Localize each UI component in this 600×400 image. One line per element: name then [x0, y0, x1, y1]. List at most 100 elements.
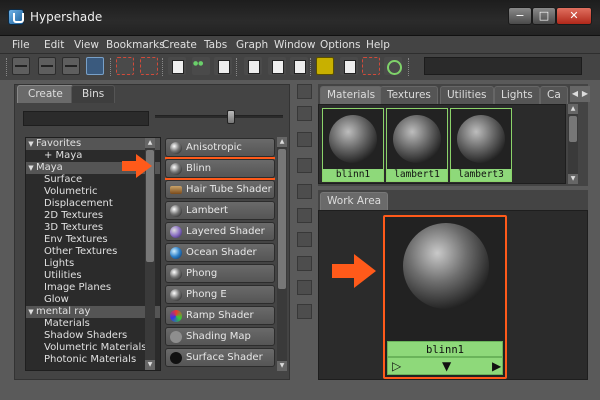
- tab-cameras[interactable]: Ca: [540, 86, 568, 104]
- scroll-thumb[interactable]: [569, 116, 577, 142]
- tree-item[interactable]: Other Textures: [26, 246, 160, 258]
- menu-edit[interactable]: Edit: [44, 39, 64, 51]
- tab-work-area[interactable]: Work Area: [320, 192, 389, 210]
- menu-graph[interactable]: Graph: [236, 39, 268, 51]
- tree-item[interactable]: Lights: [26, 258, 160, 270]
- graph-network-icon[interactable]: [192, 57, 210, 75]
- materials-scrollbar[interactable]: ▲ ▼: [568, 104, 578, 184]
- shader-button-shading-map[interactable]: Shading Map: [165, 327, 275, 346]
- shader-button-phong[interactable]: Phong: [165, 264, 275, 283]
- expand-node-icon[interactable]: ▼: [442, 359, 451, 373]
- tab-utilities[interactable]: Utilities: [440, 86, 494, 104]
- tool-icon[interactable]: [297, 208, 312, 223]
- menu-help[interactable]: Help: [366, 39, 390, 51]
- rearrange-graph-icon[interactable]: [214, 57, 232, 75]
- tool-icon[interactable]: [297, 158, 312, 173]
- tab-create[interactable]: Create: [17, 85, 74, 103]
- layout-single-icon[interactable]: [86, 57, 104, 75]
- tree-item[interactable]: Displacement: [26, 198, 160, 210]
- menu-bookmarks[interactable]: Bookmarks: [106, 39, 165, 51]
- render-view-icon[interactable]: [316, 57, 334, 75]
- tree-item[interactable]: Env Textures: [26, 234, 160, 246]
- scroll-up-icon[interactable]: ▲: [145, 138, 155, 148]
- tree-category[interactable]: ▼ mental ray: [26, 306, 160, 318]
- menu-options[interactable]: Options: [320, 39, 361, 51]
- input-connections-icon[interactable]: [116, 57, 134, 75]
- menu-window[interactable]: Window: [274, 39, 315, 51]
- tab-scroll-left-icon[interactable]: ◀: [570, 86, 580, 102]
- tool-icon[interactable]: [297, 304, 312, 319]
- tree-item[interactable]: Image Planes: [26, 282, 160, 294]
- scroll-down-icon[interactable]: ▼: [145, 360, 155, 370]
- next-graph-icon[interactable]: [268, 57, 286, 75]
- ipr-render-icon[interactable]: [384, 57, 402, 75]
- input-port-icon[interactable]: ▷: [392, 359, 401, 373]
- slider-handle[interactable]: [227, 110, 235, 124]
- render-region-icon[interactable]: [362, 57, 380, 75]
- tool-icon[interactable]: [297, 132, 312, 147]
- toolbar-search-field[interactable]: [424, 57, 582, 75]
- frame-selected-icon[interactable]: [290, 57, 308, 75]
- shader-button-lambert[interactable]: Lambert: [165, 201, 275, 220]
- shader-button-ocean-shader[interactable]: Ocean Shader: [165, 243, 275, 262]
- tab-lights[interactable]: Lights: [494, 86, 540, 104]
- tool-icon[interactable]: [297, 256, 312, 271]
- tab-bins[interactable]: Bins: [71, 85, 116, 103]
- blinn1-shader-node[interactable]: blinn1 ▷ ▼ ▶: [383, 215, 507, 379]
- expand-arrow-icon[interactable]: ▼: [26, 162, 36, 174]
- work-area-canvas[interactable]: blinn1 ▷ ▼ ▶: [318, 210, 588, 380]
- tree-item[interactable]: Shadow Shaders: [26, 330, 160, 342]
- minimize-button[interactable]: −: [508, 7, 532, 25]
- tab-materials[interactable]: Materials: [320, 86, 383, 104]
- tool-icon[interactable]: [297, 232, 312, 247]
- tab-scroll-right-icon[interactable]: ▶: [580, 86, 590, 102]
- close-button[interactable]: ✕: [556, 7, 592, 25]
- scroll-thumb[interactable]: [278, 149, 286, 289]
- scroll-down-icon[interactable]: ▼: [568, 174, 578, 184]
- tree-item[interactable]: Materials: [26, 318, 160, 330]
- expand-arrow-icon[interactable]: ▼: [26, 306, 36, 318]
- menu-view[interactable]: View: [74, 39, 99, 51]
- expand-arrow-icon[interactable]: ▼: [26, 138, 36, 150]
- grid-icon[interactable]: [340, 57, 358, 75]
- shader-button-layered-shader[interactable]: Layered Shader: [165, 222, 275, 241]
- filter-input[interactable]: [23, 111, 149, 126]
- scroll-down-icon[interactable]: ▼: [277, 361, 287, 371]
- tool-icon[interactable]: [297, 106, 312, 121]
- tool-icon[interactable]: [297, 184, 312, 199]
- maximize-button[interactable]: □: [532, 7, 556, 25]
- shader-button-anisotropic[interactable]: Anisotropic: [165, 138, 275, 157]
- material-swatch-lambert3[interactable]: lambert3: [450, 108, 512, 182]
- menu-create[interactable]: Create: [162, 39, 197, 51]
- tree-category[interactable]: ▼ Favorites: [26, 138, 160, 150]
- shader-button-hair-tube-shader[interactable]: Hair Tube Shader: [165, 180, 275, 199]
- layout-horizontal-icon[interactable]: [62, 57, 80, 75]
- tab-textures[interactable]: Textures: [380, 86, 438, 104]
- tree-item[interactable]: 3D Textures: [26, 222, 160, 234]
- tree-item[interactable]: Utilities: [26, 270, 160, 282]
- tool-icon[interactable]: [297, 280, 312, 295]
- output-connections-icon[interactable]: [140, 57, 158, 75]
- tree-item[interactable]: Volumetric Materials: [26, 342, 160, 354]
- icon-size-slider[interactable]: [155, 110, 283, 124]
- menu-tabs[interactable]: Tabs: [204, 39, 227, 51]
- menu-file[interactable]: File: [12, 39, 30, 51]
- clear-graph-icon[interactable]: [168, 57, 186, 75]
- material-swatch-blinn1[interactable]: blinn1: [322, 108, 384, 182]
- shader-list-scrollbar[interactable]: ▲ ▼: [277, 137, 287, 371]
- shader-button-ramp-shader[interactable]: Ramp Shader: [165, 306, 275, 325]
- shader-button-phong-e[interactable]: Phong E: [165, 285, 275, 304]
- material-swatch-lambert1[interactable]: lambert1: [386, 108, 448, 182]
- previous-graph-icon[interactable]: [244, 57, 262, 75]
- tree-item[interactable]: Volumetric: [26, 186, 160, 198]
- shader-button-surface-shader[interactable]: Surface Shader: [165, 348, 275, 367]
- tree-item[interactable]: 2D Textures: [26, 210, 160, 222]
- tool-icon[interactable]: [297, 84, 312, 99]
- scroll-up-icon[interactable]: ▲: [277, 137, 287, 147]
- layout-top-bottom-icon[interactable]: [12, 57, 30, 75]
- scroll-up-icon[interactable]: ▲: [568, 104, 578, 114]
- layout-split-icon[interactable]: [38, 57, 56, 75]
- tree-item[interactable]: Glow: [26, 294, 160, 306]
- output-port-icon[interactable]: ▶: [492, 359, 501, 373]
- tree-item[interactable]: Photonic Materials: [26, 354, 160, 366]
